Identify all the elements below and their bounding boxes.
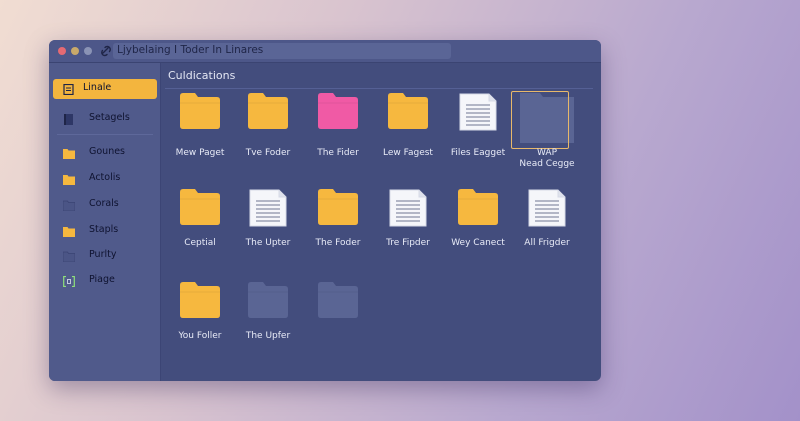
sidebar: Linale Setagels Gounes Actolis Corals Stapls P…: [49, 63, 161, 381]
grid-item-tve-foder[interactable]: Tve Foder: [233, 93, 303, 183]
folder-outline-icon: [62, 251, 76, 263]
grid-item-all-frigder[interactable]: All Frigder: [512, 189, 582, 279]
folder-icon: [63, 148, 75, 159]
sidebar-item-setagels[interactable]: Setagels: [53, 109, 157, 129]
grid-item-ceptial[interactable]: Ceptial: [165, 189, 235, 279]
grid-item-you-foller[interactable]: You Foller: [165, 282, 235, 372]
grid-item-label: All Frigder: [524, 238, 570, 248]
grid-item-wey-canect[interactable]: Wey Canect: [443, 189, 513, 279]
sidebar-item-corals[interactable]: Corals: [53, 195, 157, 215]
grid-item-label: The Upfer: [245, 331, 291, 341]
grid-item-the-upfer[interactable]: The Upfer: [233, 282, 303, 372]
sidebar-item-label: Corals: [89, 198, 119, 209]
sidebar-item-stapls[interactable]: Stapls: [53, 221, 157, 241]
minimize-window-button[interactable]: [71, 47, 79, 55]
sidebar-item-actolis[interactable]: Actolis: [53, 169, 157, 189]
link-icon: [101, 45, 111, 57]
grid-item-unnamed[interactable]: [303, 282, 373, 372]
section-heading: Culdications: [168, 69, 236, 82]
sidebar-item-label: Actolis: [89, 172, 121, 183]
sidebar-item-label: Gounes: [89, 146, 126, 157]
sidebar-item-label: Purlty: [89, 249, 117, 260]
sidebar-item-piage[interactable]: Piage: [53, 271, 157, 291]
path-text: Ljybelaing I Toder In Linares: [117, 44, 264, 56]
selection-outline: [511, 91, 569, 149]
bookmark-icon: [63, 114, 75, 125]
grid-item-label: WAP Nead Cegge: [519, 148, 575, 169]
file-manager-window: Ljybelaing I Toder In Linares Linale Seta…: [49, 40, 601, 381]
grid-item-files-eagget[interactable]: Files Eagget: [443, 93, 513, 183]
sidebar-divider: [57, 134, 153, 135]
sidebar-item-label: Linale: [83, 82, 112, 93]
sidebar-item-linale[interactable]: Linale: [53, 79, 157, 99]
title-bar: Ljybelaing I Toder In Linares: [49, 40, 601, 63]
sidebar-item-label: Setagels: [89, 112, 130, 123]
zoom-window-button[interactable]: [84, 47, 92, 55]
grid-item-the-fider[interactable]: The Fider: [303, 93, 373, 183]
sidebar-item-label: Piage: [89, 274, 115, 285]
sidebar-item-purlty[interactable]: Purlty: [53, 246, 157, 266]
document-icon: [63, 83, 75, 96]
grid-item-the-foder[interactable]: The Foder: [303, 189, 373, 279]
grid-item-wap-nead-cegge[interactable]: WAP Nead Cegge: [511, 91, 582, 183]
bracket-icon: [63, 275, 75, 288]
sidebar-item-label: Stapls: [89, 224, 119, 235]
close-window-button[interactable]: [58, 47, 66, 55]
folder-outline-icon: [62, 200, 76, 212]
sidebar-item-gounes[interactable]: Gounes: [53, 143, 157, 163]
grid-item-the-upter[interactable]: The Upter: [233, 189, 303, 279]
grid-item-mew-paget[interactable]: Mew Paget: [165, 93, 235, 183]
folder-icon: [63, 226, 75, 237]
grid-item-tre-fipder[interactable]: Tre Fipder: [373, 189, 443, 279]
grid-item-lew-fagest[interactable]: Lew Fagest: [373, 93, 443, 183]
path-bar[interactable]: Ljybelaing I Toder In Linares: [113, 43, 451, 59]
heading-divider: [165, 88, 593, 89]
folder-icon: [63, 174, 75, 185]
